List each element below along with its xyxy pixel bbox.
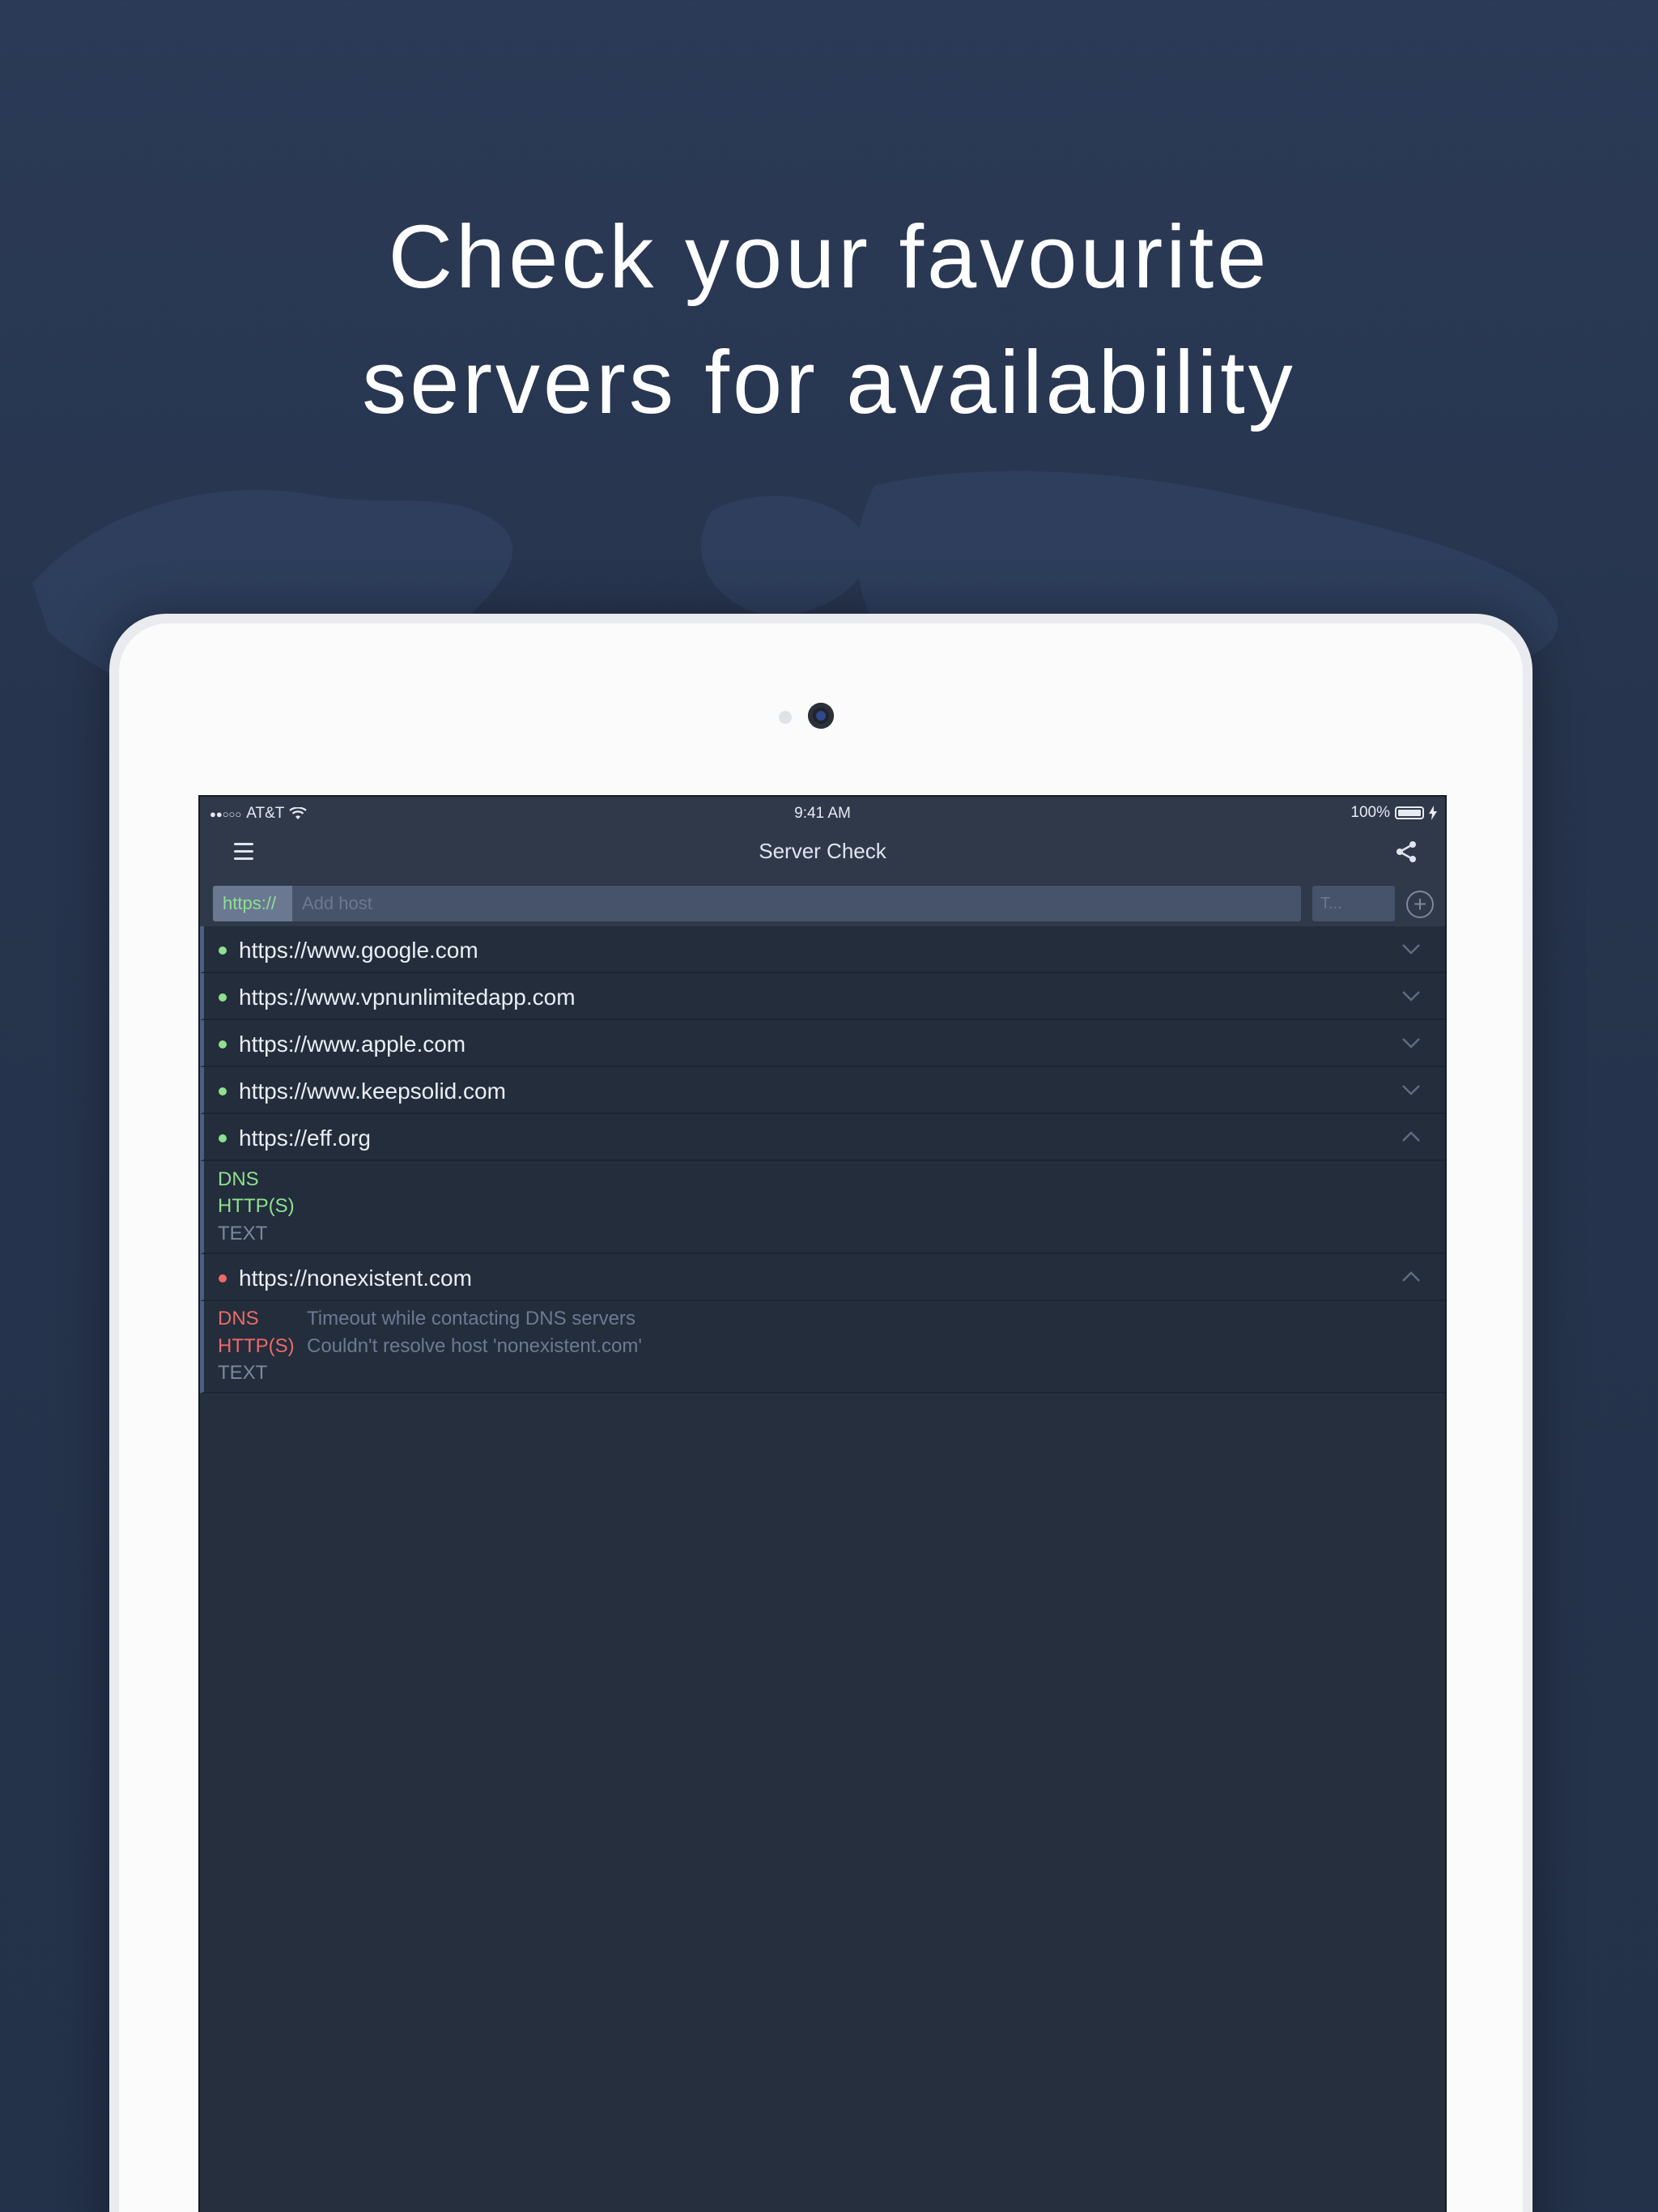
chevron-down-icon[interactable] xyxy=(1401,989,1421,1002)
battery-percent: 100% xyxy=(1350,804,1390,821)
status-dot xyxy=(219,993,227,1002)
check-name: TEXT xyxy=(218,1362,268,1385)
status-bar: ●●○○○ AT&T 9:41 AM 100% xyxy=(200,797,1445,829)
check-line: HTTP(S) Couldn't resolve host 'nonexiste… xyxy=(218,1333,1445,1360)
status-dot xyxy=(219,1040,227,1049)
check-line: TEXT xyxy=(218,1220,1445,1248)
host-input[interactable] xyxy=(292,893,1301,914)
chevron-down-icon[interactable] xyxy=(1401,1036,1421,1049)
chevron-down-icon[interactable] xyxy=(1401,942,1421,955)
check-message: Timeout while contacting DNS servers xyxy=(307,1308,636,1330)
check-details: DNS Timeout while contacting DNS servers… xyxy=(200,1300,1445,1393)
type-input[interactable] xyxy=(1312,886,1395,921)
check-name: DNS xyxy=(218,1308,259,1330)
status-dot xyxy=(219,1274,227,1283)
status-right: 100% xyxy=(1350,804,1437,822)
chevron-down-icon[interactable] xyxy=(1401,1083,1421,1096)
status-dot xyxy=(219,1087,227,1095)
navigation-bar: Server Check xyxy=(200,829,1445,874)
host-row[interactable]: https://www.apple.com xyxy=(200,1020,1445,1067)
headline: Check your favourite servers for availab… xyxy=(0,194,1658,445)
page-title: Server Check xyxy=(759,839,886,863)
check-line: DNS Timeout while contacting DNS servers xyxy=(218,1306,1445,1334)
check-details: DNS HTTP(S) TEXT xyxy=(200,1161,1445,1254)
app-screen: ●●○○○ AT&T 9:41 AM 100% Server Check htt… xyxy=(198,795,1447,2212)
host-url: https://www.vpnunlimitedapp.com xyxy=(239,985,576,1010)
share-icon[interactable] xyxy=(1393,839,1419,865)
check-line: HTTP(S) xyxy=(218,1193,1445,1221)
host-row[interactable]: https://www.google.com xyxy=(200,926,1445,973)
host-row[interactable]: https://nonexistent.com xyxy=(200,1253,1445,1301)
status-time: 9:41 AM xyxy=(794,805,851,822)
host-row[interactable]: https://eff.org xyxy=(200,1114,1445,1161)
plus-circle-icon[interactable]: + xyxy=(1406,891,1434,918)
chevron-up-icon[interactable] xyxy=(1401,1130,1421,1143)
ambient-sensor xyxy=(779,711,792,724)
add-host-bar: https:// + xyxy=(200,874,1445,926)
host-url: https://www.google.com xyxy=(239,938,478,963)
headline-line-1: Check your favourite xyxy=(388,207,1270,307)
check-name: HTTP(S) xyxy=(218,1334,295,1357)
host-url: https://eff.org xyxy=(239,1125,371,1151)
check-name: TEXT xyxy=(218,1222,268,1244)
check-line: TEXT xyxy=(218,1360,1445,1388)
check-message: Couldn't resolve host 'nonexistent.com' xyxy=(307,1334,642,1357)
headline-line-2: servers for availability xyxy=(362,333,1296,432)
status-dot xyxy=(219,946,227,955)
host-url: https://www.keepsolid.com xyxy=(239,1078,506,1104)
check-name: HTTP(S) xyxy=(218,1195,295,1218)
scheme-selector[interactable]: https:// xyxy=(213,886,292,921)
check-name: DNS xyxy=(218,1168,259,1190)
chevron-up-icon[interactable] xyxy=(1401,1270,1421,1283)
add-host-field: https:// xyxy=(213,886,1301,921)
check-line: DNS xyxy=(218,1166,1445,1193)
charging-bolt-icon xyxy=(1429,806,1437,820)
status-dot xyxy=(219,1134,227,1142)
host-url: https://www.apple.com xyxy=(239,1032,466,1057)
battery-icon xyxy=(1395,806,1424,819)
host-list: https://www.google.com https://www.vpnun… xyxy=(200,926,1445,1393)
host-row[interactable]: https://www.keepsolid.com xyxy=(200,1067,1445,1114)
host-row[interactable]: https://www.vpnunlimitedapp.com xyxy=(200,973,1445,1020)
front-camera xyxy=(808,703,834,729)
host-url: https://nonexistent.com xyxy=(239,1265,472,1291)
